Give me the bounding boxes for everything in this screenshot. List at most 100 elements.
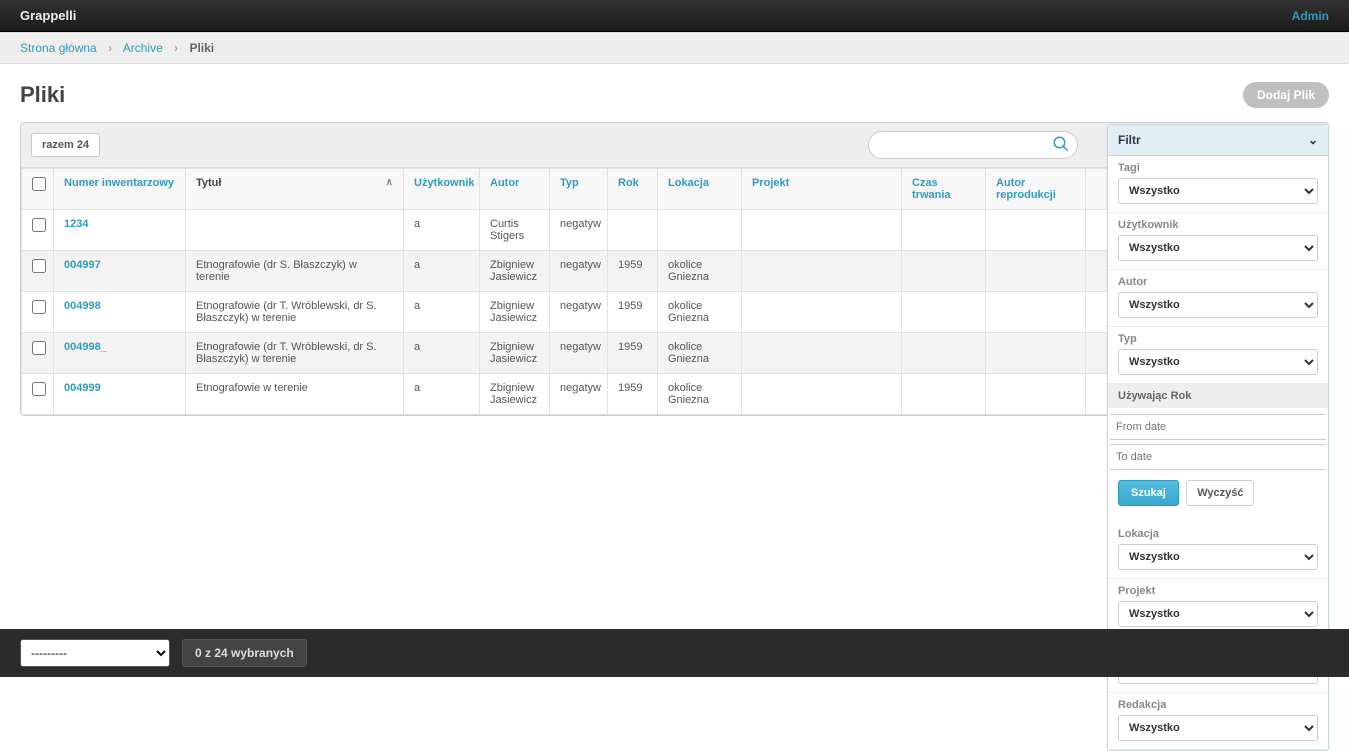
filter-location-select[interactable]: Wszystko — [1118, 544, 1318, 570]
row-checkbox[interactable] — [32, 300, 46, 314]
row-inventory-link[interactable]: 004999 — [64, 382, 101, 394]
row-type: negatyw — [550, 292, 608, 333]
filter-to-date[interactable] — [1110, 444, 1326, 470]
row-repro — [986, 374, 1086, 415]
row-title — [186, 210, 404, 251]
filter-type-label: Typ — [1118, 333, 1318, 345]
search-icon[interactable] — [1052, 135, 1070, 158]
search-wrapper — [868, 131, 1078, 159]
row-inventory-link[interactable]: 1234 — [64, 218, 88, 230]
sort-asc-icon: ∧ — [386, 177, 393, 188]
row-author: Curtis Stigers — [480, 210, 550, 251]
row-repro — [986, 333, 1086, 374]
search-input[interactable] — [868, 131, 1078, 159]
row-duration — [902, 333, 986, 374]
col-title-header[interactable]: Tytuł ∧ — [186, 169, 404, 210]
filter-redakcja-label: Redakcja — [1118, 699, 1318, 711]
col-inventory[interactable]: Numer inwentarzowy — [64, 177, 174, 189]
row-type: negatyw — [550, 251, 608, 292]
brand: Grappelli — [20, 8, 76, 23]
row-title: Etnografowie (dr T. Wróblewski, dr S. Bł… — [186, 292, 404, 333]
title-bar: Pliki Dodaj Plik — [0, 64, 1349, 122]
row-checkbox[interactable] — [32, 218, 46, 232]
row-inventory-link[interactable]: 004998_ — [64, 341, 107, 353]
chevron-right-icon: › — [174, 41, 178, 55]
filter-clear-button[interactable]: Wyczyść — [1186, 480, 1254, 506]
col-duration[interactable]: Czas trwania — [912, 177, 951, 201]
row-project — [742, 251, 902, 292]
row-year — [608, 210, 658, 251]
col-title: Tytuł — [196, 177, 221, 189]
row-checkbox[interactable] — [32, 382, 46, 396]
breadcrumb-current: Pliki — [189, 41, 214, 55]
col-repro[interactable]: Autor reprodukcji — [996, 177, 1056, 201]
filter-author-label: Autor — [1118, 276, 1318, 288]
row-checkbox[interactable] — [32, 259, 46, 273]
row-year: 1959 — [608, 251, 658, 292]
filter-tags-label: Tagi — [1118, 162, 1318, 174]
row-user: a — [404, 374, 480, 415]
row-title: Etnografowie (dr S. Błaszczyk) w terenie — [186, 251, 404, 292]
filter-header[interactable]: Filtr ⌄ — [1108, 125, 1328, 156]
filter-project-label: Projekt — [1118, 585, 1318, 597]
selection-count: 0 z 24 wybranych — [182, 639, 307, 667]
row-author: Zbigniew Jasiewicz — [480, 251, 550, 292]
select-all-checkbox[interactable] — [32, 177, 46, 191]
row-location: okolice Gniezna — [658, 374, 742, 415]
col-author[interactable]: Autor — [490, 177, 519, 189]
row-duration — [902, 292, 986, 333]
filter-location-label: Lokacja — [1118, 528, 1318, 540]
chevron-right-icon: › — [108, 41, 112, 55]
filter-search-button[interactable]: Szukaj — [1118, 480, 1179, 506]
filter-redakcja-select[interactable]: Wszystko — [1118, 715, 1318, 741]
row-user: a — [404, 251, 480, 292]
row-repro — [986, 210, 1086, 251]
action-select[interactable]: --------- — [20, 639, 170, 667]
row-type: negatyw — [550, 374, 608, 415]
col-type[interactable]: Typ — [560, 177, 579, 189]
row-author: Zbigniew Jasiewicz — [480, 292, 550, 333]
filter-user-label: Użytkownik — [1118, 219, 1318, 231]
row-type: negatyw — [550, 333, 608, 374]
row-user: a — [404, 333, 480, 374]
col-year[interactable]: Rok — [618, 177, 639, 189]
row-duration — [902, 210, 986, 251]
col-location[interactable]: Lokacja — [668, 177, 709, 189]
filter-from-date[interactable] — [1110, 414, 1326, 440]
row-duration — [902, 374, 986, 415]
row-project — [742, 374, 902, 415]
row-repro — [986, 292, 1086, 333]
filter-author-select[interactable]: Wszystko — [1118, 292, 1318, 318]
filter-type-select[interactable]: Wszystko — [1118, 349, 1318, 375]
row-project — [742, 210, 902, 251]
row-checkbox[interactable] — [32, 341, 46, 355]
page-title: Pliki — [20, 82, 65, 108]
row-location: okolice Gniezna — [658, 292, 742, 333]
action-footer: --------- 0 z 24 wybranych — [0, 629, 1349, 677]
col-project[interactable]: Projekt — [752, 177, 789, 189]
row-inventory-link[interactable]: 004998 — [64, 300, 101, 312]
filter-title: Filtr — [1118, 133, 1141, 147]
row-type: negatyw — [550, 210, 608, 251]
filter-project-select[interactable]: Wszystko — [1118, 601, 1318, 627]
row-title: Etnografowie (dr T. Wróblewski, dr S. Bł… — [186, 333, 404, 374]
breadcrumb-archive[interactable]: Archive — [123, 41, 163, 55]
user-link[interactable]: Admin — [1292, 9, 1329, 23]
add-file-button[interactable]: Dodaj Plik — [1243, 82, 1329, 108]
breadcrumb: Strona główna › Archive › Pliki — [0, 32, 1349, 64]
row-project — [742, 292, 902, 333]
row-project — [742, 333, 902, 374]
row-repro — [986, 251, 1086, 292]
breadcrumb-home[interactable]: Strona główna — [20, 41, 97, 55]
filter-tags-select[interactable]: Wszystko — [1118, 178, 1318, 204]
row-year: 1959 — [608, 292, 658, 333]
row-user: a — [404, 292, 480, 333]
row-location — [658, 210, 742, 251]
col-user[interactable]: Użytkownik — [414, 177, 475, 189]
filter-user-select[interactable]: Wszystko — [1118, 235, 1318, 261]
row-year: 1959 — [608, 374, 658, 415]
row-inventory-link[interactable]: 004997 — [64, 259, 101, 271]
row-author: Zbigniew Jasiewicz — [480, 333, 550, 374]
row-author: Zbigniew Jasiewicz — [480, 374, 550, 415]
row-title: Etnografowie w terenie — [186, 374, 404, 415]
